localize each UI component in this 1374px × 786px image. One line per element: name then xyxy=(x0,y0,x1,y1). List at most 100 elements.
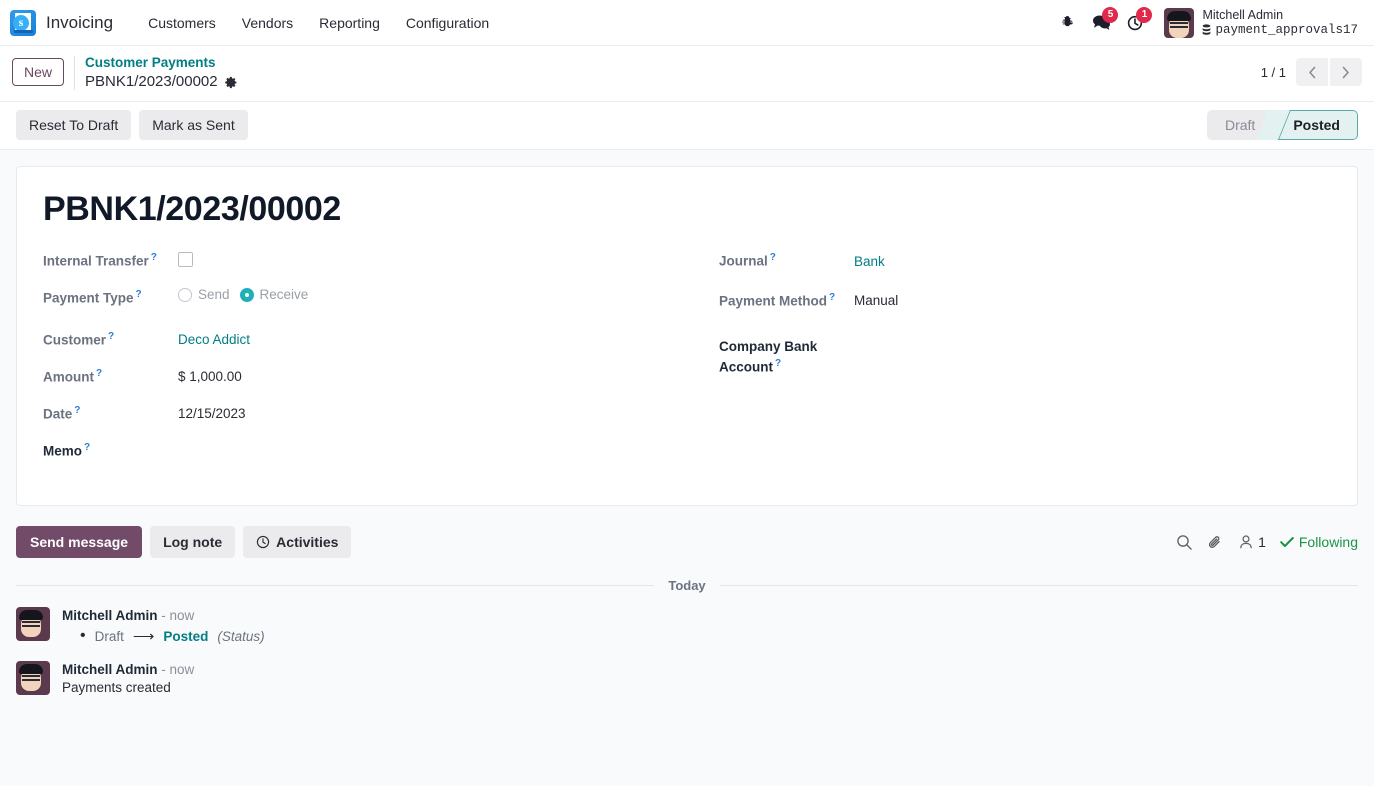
breadcrumb-parent-link[interactable]: Customer Payments xyxy=(85,55,238,72)
send-message-button[interactable]: Send message xyxy=(16,526,143,559)
payment-method-value[interactable]: Manual xyxy=(854,288,898,311)
help-icon[interactable]: ? xyxy=(108,331,114,342)
chatter-tools: 1 Following xyxy=(1176,534,1358,551)
chatter-message: Mitchell Admin - now Payments created xyxy=(16,661,1358,696)
form-statusbar: Reset To Draft Mark as Sent Draft Posted xyxy=(0,101,1374,150)
form-sheet-background: PBNK1/2023/00002 Internal Transfer? Paym… xyxy=(0,149,1374,523)
status-stage-posted-label: Posted xyxy=(1293,116,1340,133)
amount-value[interactable]: $ 1,000.00 xyxy=(178,364,242,387)
clock-icon[interactable]: 1 xyxy=(1118,6,1153,40)
customer-value[interactable]: Deco Addict xyxy=(178,327,250,350)
chatter: Send message Log note Activities 1 Follo… xyxy=(0,522,1374,696)
followers-button[interactable]: 1 xyxy=(1238,534,1266,550)
payment-type-option-send-label: Send xyxy=(198,287,230,303)
user-database-label: payment_approvals17 xyxy=(1215,22,1358,37)
menu-item-vendors[interactable]: Vendors xyxy=(229,9,306,37)
page-title: PBNK1/2023/00002 xyxy=(43,189,341,228)
field-journal: Journal? Bank xyxy=(719,248,1331,274)
gear-icon[interactable] xyxy=(224,76,238,89)
check-icon xyxy=(1280,537,1294,548)
app-logo-icon[interactable]: s xyxy=(10,9,36,36)
field-amount: Amount? $ 1,000.00 xyxy=(43,364,687,390)
help-icon[interactable]: ? xyxy=(136,289,142,300)
chatter-message-time: - now xyxy=(161,662,195,678)
field-payment-type-label: Payment Type? xyxy=(43,289,142,306)
payment-type-option-receive-label: Receive xyxy=(259,287,309,303)
breadcrumb-divider xyxy=(74,56,76,90)
chatter-message-body: Payments created xyxy=(62,680,171,696)
help-icon[interactable]: ? xyxy=(96,368,102,379)
tracking-old-value: Draft xyxy=(94,628,124,644)
menu-item-configuration[interactable]: Configuration xyxy=(393,9,502,37)
field-date-label: Date? xyxy=(43,405,81,422)
status-stage-draft-label: Draft xyxy=(1224,116,1256,133)
pager-next-button[interactable] xyxy=(1330,58,1362,86)
following-label: Following xyxy=(1298,534,1358,551)
bug-icon[interactable] xyxy=(1050,6,1084,40)
chatter-message-header: Mitchell Admin - now xyxy=(62,662,1358,677)
log-note-button[interactable]: Log note xyxy=(150,526,236,559)
messages-icon[interactable]: 5 xyxy=(1084,6,1119,40)
field-customer: Customer? Deco Addict xyxy=(43,327,687,353)
field-amount-label: Amount? xyxy=(43,368,103,385)
avatar xyxy=(1164,7,1195,38)
menu-item-reporting[interactable]: Reporting xyxy=(306,9,393,37)
help-icon[interactable]: ? xyxy=(770,252,776,263)
main-menu: Customers Vendors Reporting Configuratio… xyxy=(135,9,502,37)
new-button[interactable]: New xyxy=(12,58,65,86)
activities-label: Activities xyxy=(276,534,339,551)
tracking-field-name: (Status) xyxy=(217,628,265,644)
help-icon[interactable]: ? xyxy=(151,252,157,263)
help-icon[interactable]: ? xyxy=(775,358,781,369)
status-stage-posted[interactable]: Posted xyxy=(1273,109,1358,140)
user-menu[interactable]: Mitchell Admin payment_approvals17 xyxy=(1160,6,1362,40)
top-navbar: s Invoicing Customers Vendors Reporting … xyxy=(0,0,1374,46)
log-note-label: Log note xyxy=(163,534,223,551)
menu-item-customers[interactable]: Customers xyxy=(135,9,229,37)
field-payment-type: Payment Type? Send Receive xyxy=(43,285,687,311)
control-panel: New Customer Payments PBNK1/2023/00002 1… xyxy=(0,46,1374,102)
journal-value[interactable]: Bank xyxy=(854,248,885,272)
attachment-icon[interactable] xyxy=(1207,534,1224,551)
app-brand-title[interactable]: Invoicing xyxy=(46,13,113,33)
date-value[interactable]: 12/15/2023 xyxy=(178,401,246,424)
mark-as-sent-button[interactable]: Mark as Sent xyxy=(139,109,248,140)
chatter-message-author[interactable]: Mitchell Admin xyxy=(62,662,158,677)
following-button[interactable]: Following xyxy=(1280,534,1358,550)
radio-unselected-icon xyxy=(178,287,192,302)
field-journal-label: Journal? xyxy=(719,252,776,269)
field-customer-label: Customer? xyxy=(43,331,115,348)
user-database: payment_approvals17 xyxy=(1202,23,1358,37)
reset-to-draft-button[interactable]: Reset To Draft xyxy=(16,109,132,140)
field-payment-method: Payment Method? Manual xyxy=(719,288,1331,314)
field-company-bank-account-label: Company Bank Account? xyxy=(719,339,818,375)
field-internal-transfer: Internal Transfer? xyxy=(43,248,687,274)
pager: 1 / 1 xyxy=(1261,58,1362,86)
navbar-right-tools: 5 1 Mitchell Admin payment_approvals17 xyxy=(1050,6,1362,40)
database-icon xyxy=(1203,24,1211,35)
avatar xyxy=(16,661,50,696)
field-date: Date? 12/15/2023 xyxy=(43,401,687,427)
payment-type-radio-group: Send Receive xyxy=(178,285,308,302)
help-icon[interactable]: ? xyxy=(829,292,835,303)
chatter-message-header: Mitchell Admin - now xyxy=(62,608,1358,623)
payment-type-option-send[interactable]: Send xyxy=(178,287,230,302)
activities-badge: 1 xyxy=(1136,6,1153,23)
breadcrumb-current: PBNK1/2023/00002 xyxy=(85,73,238,92)
help-icon[interactable]: ? xyxy=(84,442,90,453)
activities-button[interactable]: Activities xyxy=(243,526,352,559)
chatter-toolbar: Send message Log note Activities 1 Follo… xyxy=(16,522,1358,568)
internal-transfer-checkbox[interactable] xyxy=(178,252,193,268)
field-payment-method-label: Payment Method? xyxy=(719,292,836,309)
chatter-message-author[interactable]: Mitchell Admin xyxy=(62,608,158,623)
pager-previous-button[interactable] xyxy=(1296,58,1328,86)
help-icon[interactable]: ? xyxy=(74,405,80,416)
field-memo: Memo? xyxy=(43,438,687,464)
user-name: Mitchell Admin xyxy=(1202,8,1284,23)
chatter-message: Mitchell Admin - now • Draft ⟶ Posted (S… xyxy=(16,607,1358,645)
followers-count: 1 xyxy=(1258,534,1266,551)
payment-type-option-receive[interactable]: Receive xyxy=(239,287,309,303)
bullet-icon: • xyxy=(80,627,86,645)
search-icon[interactable] xyxy=(1176,534,1193,551)
avatar xyxy=(16,607,50,642)
